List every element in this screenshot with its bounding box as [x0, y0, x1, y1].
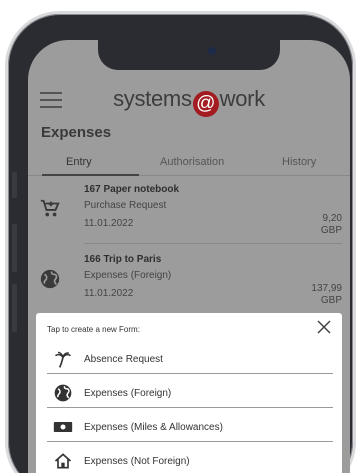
page-title: Expenses	[41, 124, 112, 141]
active-tab-indicator	[42, 174, 139, 176]
tab-bar: Entry Authorisation History	[28, 150, 350, 176]
brand-left: systems	[113, 86, 192, 111]
new-form-sheet: Tap to create a new Form: Absence Reques…	[36, 313, 342, 473]
cart-icon	[40, 199, 60, 217]
entry-amount: 9,20 GBP	[321, 213, 342, 237]
form-option-absence-request[interactable]: Absence Request	[47, 345, 333, 374]
list-item[interactable]: 167 Paper notebook Purchase Request 11.0…	[28, 178, 350, 244]
option-divider	[47, 373, 333, 374]
silent-switch	[12, 172, 17, 198]
form-option-label: Expenses (Foreign)	[84, 388, 172, 399]
form-option-label: Expenses (Not Foreign)	[84, 456, 190, 467]
entry-currency: GBP	[320, 225, 342, 236]
form-option-expenses-foreign[interactable]: Expenses (Foreign)	[47, 379, 333, 408]
app-bar: systems @ work	[28, 70, 350, 128]
sheet-title: Tap to create a new Form:	[47, 325, 140, 334]
entry-amount: 137,99 GBP	[311, 283, 342, 307]
entry-title: 167 Paper notebook	[84, 184, 180, 195]
home-icon	[54, 453, 72, 469]
tab-authorisation[interactable]: Authorisation	[160, 156, 224, 168]
form-option-label: Expenses (Miles & Allowances)	[84, 422, 223, 433]
entry-title: 166 Trip to Paris	[84, 254, 162, 265]
entry-currency: GBP	[320, 295, 342, 306]
notch	[98, 40, 280, 70]
palm-tree-icon	[54, 351, 72, 368]
phone-screen: systems @ work Expenses Entry Authorisatio…	[28, 40, 350, 473]
list-item[interactable]: 166 Trip to Paris Expenses (Foreign) 11.…	[28, 248, 350, 314]
globe-icon	[40, 269, 60, 289]
entry-amount-value: 9,20	[322, 213, 342, 224]
volume-down-button	[12, 284, 17, 332]
brand-right: work	[219, 86, 266, 111]
globe-icon	[54, 384, 72, 402]
form-option-expenses-not-foreign[interactable]: Expenses (Not Foreign)	[47, 447, 333, 473]
brand-logo: systems @ work	[28, 86, 350, 117]
tab-history[interactable]: History	[282, 156, 316, 168]
banknote-icon	[53, 422, 73, 432]
row-divider	[84, 243, 342, 244]
brand-at: @	[192, 91, 219, 117]
volume-up-button	[12, 224, 17, 272]
form-option-expenses-miles-allowances[interactable]: Expenses (Miles & Allowances)	[47, 413, 333, 442]
camera-icon	[208, 47, 216, 55]
tab-entry[interactable]: Entry	[66, 156, 92, 168]
entry-amount-value: 137,99	[311, 283, 342, 294]
option-divider	[47, 407, 333, 408]
entry-type: Purchase Request	[84, 200, 167, 211]
option-divider	[47, 441, 333, 442]
close-icon[interactable]	[316, 319, 332, 335]
entry-date: 11.01.2022	[84, 288, 134, 299]
entry-type: Expenses (Foreign)	[84, 270, 172, 281]
form-option-label: Absence Request	[84, 354, 163, 365]
entry-date: 11.01.2022	[84, 218, 134, 229]
